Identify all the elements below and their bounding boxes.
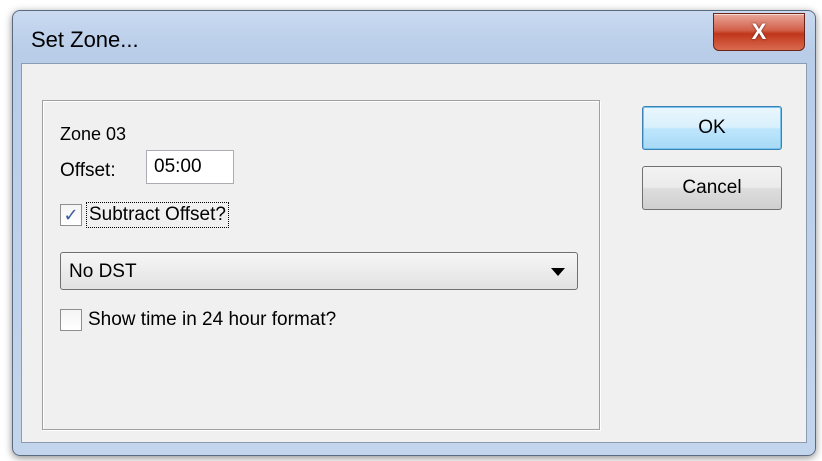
time-format-checkbox[interactable] [60,309,82,331]
dst-selected-value: No DST [69,261,137,282]
zone-name-label: Zone 03 [60,124,127,144]
offset-label: Offset: [60,160,116,181]
cancel-button[interactable]: Cancel [642,166,782,210]
offset-input[interactable] [146,150,234,184]
time-format-checkbox-row[interactable]: Show time in 24 hour format? [60,308,338,332]
ok-button[interactable]: OK [642,106,782,150]
dialog-title: Set Zone... [31,27,139,52]
title-bar[interactable]: Set Zone... X [13,11,815,63]
close-icon: X [751,19,767,44]
subtract-offset-checkbox[interactable]: ✓ [60,204,82,226]
subtract-offset-checkbox-row[interactable]: ✓ Subtract Offset? [60,202,229,228]
time-format-label[interactable]: Show time in 24 hour format? [86,308,338,332]
subtract-offset-label[interactable]: Subtract Offset? [86,202,229,228]
chevron-down-icon [551,268,565,276]
checkmark-icon: ✓ [63,204,79,225]
dialog-client-area: Zone 03 Offset: ✓ Subtract Offset? No DS… [21,63,807,443]
dst-dropdown[interactable]: No DST [60,252,578,290]
set-zone-dialog: Set Zone... X Zone 03 Offset: ✓ Subtract… [12,10,816,456]
close-button[interactable]: X [713,13,805,51]
